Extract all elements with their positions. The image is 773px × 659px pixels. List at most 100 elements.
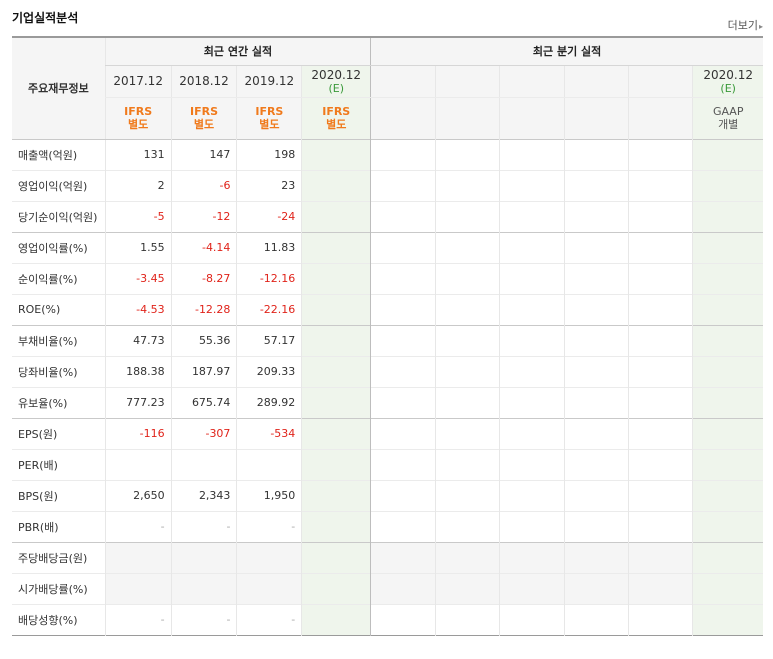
standard-label: IFRS (322, 105, 351, 118)
annual-value-cell: - (236, 511, 302, 542)
annual-value-cell: -534 (236, 418, 302, 449)
quarter-value-cell (563, 573, 629, 604)
quarter-estimate-cell (692, 604, 763, 635)
quarter-value-cell (627, 480, 693, 511)
annual-estimate-cell (301, 573, 371, 604)
annual-value-cell: 2 (104, 170, 172, 201)
annual-estimate-cell (301, 604, 371, 635)
table-row: 순이익률(%) -3.45 -8.27 -12.16 (12, 263, 763, 294)
quarter-value-cell (435, 232, 500, 263)
annual-value-cell: 131 (104, 139, 172, 170)
quarter-value-cell (498, 201, 565, 232)
quarter-estimate-cell (692, 449, 763, 480)
annual-value-cell: -22.16 (236, 294, 302, 325)
quarter-estimate-cell (692, 418, 763, 449)
annual-value-cell: 147 (170, 139, 237, 170)
chevron-right-icon: ▸ (758, 22, 763, 31)
annual-value-cell: 57.17 (236, 325, 302, 356)
quarter-estimate-cell (692, 139, 763, 170)
annual-value-cell (104, 449, 172, 480)
quarter-value-cell (435, 449, 500, 480)
quarter-value-cell (627, 449, 693, 480)
quarter-value-cell (498, 542, 565, 573)
annual-value-cell: 198 (236, 139, 302, 170)
quarter-value-cell (435, 418, 500, 449)
annual-estimate-cell (301, 232, 371, 263)
quarter-value-cell (435, 573, 500, 604)
annual-value-cell: -8.27 (170, 263, 237, 294)
quarter-estimate-cell (692, 387, 763, 418)
quarter-value-cell (370, 201, 436, 232)
annual-value-cell: -12.28 (170, 294, 237, 325)
quarter-header-empty (435, 65, 500, 98)
quarter-value-cell (627, 604, 693, 635)
annual-value-cell: -12.16 (236, 263, 302, 294)
row-label: 시가배당률(%) (18, 582, 88, 596)
row-label: 영업이익(억원) (18, 179, 88, 193)
quarter-value-cell (498, 232, 565, 263)
quarter-estimate-cell (692, 170, 763, 201)
quarter-estimate-year: 2020.12 (703, 67, 753, 82)
row-label: EPS(원) (18, 427, 58, 441)
table-row: EPS(원) -116 -307 -534 (12, 418, 763, 449)
table-row: 유보율(%) 777.23 675.74 289.92 (12, 387, 763, 418)
quarter-value-cell (627, 418, 693, 449)
quarter-header-empty (498, 65, 565, 98)
quarter-value-cell (498, 480, 565, 511)
quarter-estimate-cell (692, 573, 763, 604)
table-row: 부채비율(%) 47.73 55.36 57.17 (12, 325, 763, 356)
accounting-standard: IFRS 별도 (301, 97, 371, 139)
quarter-value-cell (498, 573, 565, 604)
quarter-value-cell (370, 263, 436, 294)
quarter-estimate-tag: (E) (720, 81, 736, 95)
annual-value-cell: 187.97 (170, 356, 237, 387)
annual-value-cell: 11.83 (236, 232, 302, 263)
quarter-standard-empty (563, 97, 629, 139)
annual-estimate-cell (301, 263, 371, 294)
annual-value-cell (236, 449, 302, 480)
quarter-value-cell (563, 170, 629, 201)
row-label: BPS(원) (18, 489, 58, 503)
quarter-value-cell (498, 139, 565, 170)
quarter-value-cell (563, 480, 629, 511)
table-row: BPS(원) 2,650 2,343 1,950 (12, 480, 763, 511)
quarter-value-cell (627, 201, 693, 232)
quarter-estimate-cell (692, 542, 763, 573)
section-header: 기업실적분석 더보기▸ (0, 0, 773, 36)
quarter-value-cell (370, 542, 436, 573)
standard-sub-label: 별도 (193, 118, 215, 131)
quarter-value-cell (498, 263, 565, 294)
annual-estimate-cell (301, 511, 371, 542)
annual-value-cell: 777.23 (104, 387, 172, 418)
quarter-value-cell (435, 201, 500, 232)
quarter-estimate-cell (692, 511, 763, 542)
quarter-value-cell (435, 387, 500, 418)
quarter-value-cell (627, 294, 693, 325)
annual-estimate-cell (301, 170, 371, 201)
more-link[interactable]: 더보기▸ (728, 17, 763, 33)
quarter-estimate-cell (692, 356, 763, 387)
column-label-header: 주요재무정보 (12, 37, 106, 140)
quarter-value-cell (627, 325, 693, 356)
annual-value-cell: - (104, 511, 172, 542)
accounting-standard: IFRS 별도 (170, 97, 237, 139)
annual-value-cell (236, 573, 302, 604)
quarter-value-cell (563, 604, 629, 635)
quarter-value-cell (370, 325, 436, 356)
quarter-value-cell (370, 170, 436, 201)
annual-estimate-cell (301, 449, 371, 480)
annual-estimate-header: 2020.12 (E) (301, 65, 371, 98)
row-label: PBR(배) (18, 520, 59, 534)
quarter-value-cell (627, 139, 693, 170)
more-link-label: 더보기 (727, 19, 758, 32)
quarter-value-cell (498, 170, 565, 201)
annual-value-cell: -6 (170, 170, 237, 201)
quarter-value-cell (627, 387, 693, 418)
annual-value-cell (104, 542, 172, 573)
quarter-value-cell (435, 542, 500, 573)
annual-value-cell: -4.14 (170, 232, 237, 263)
financial-analysis-table: 주요재무정보 최근 연간 실적 최근 분기 실적 2017.12 2018.12… (12, 36, 763, 636)
annual-value-cell: 55.36 (170, 325, 237, 356)
quarter-value-cell (370, 449, 436, 480)
table-row: 영업이익(억원) 2 -6 23 (12, 170, 763, 201)
